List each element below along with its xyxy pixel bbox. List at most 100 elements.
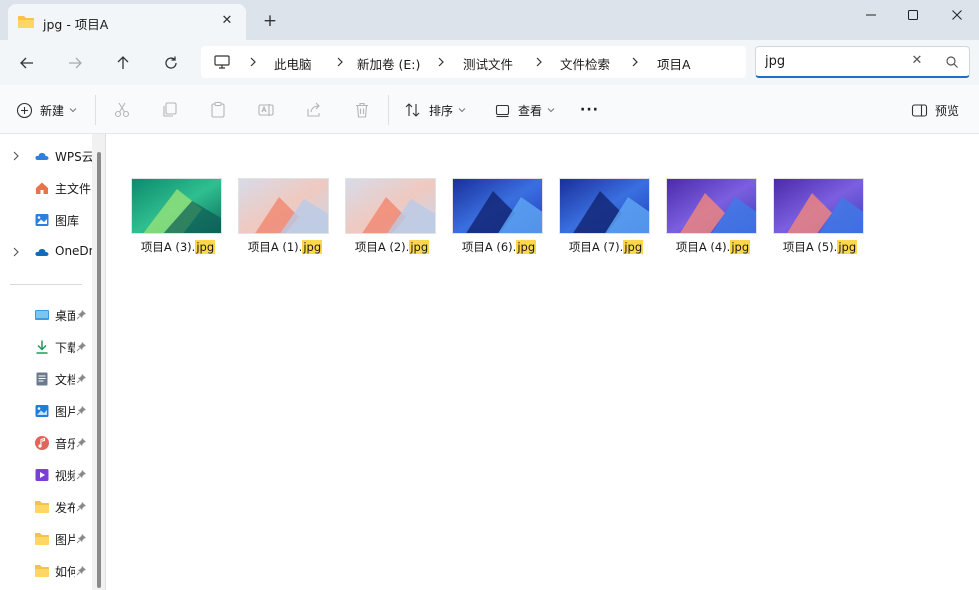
music-icon	[35, 436, 49, 450]
pin-icon[interactable]	[76, 405, 87, 416]
chevron-right-icon	[632, 57, 638, 67]
file-thumbnail[interactable]	[452, 178, 543, 234]
new-button[interactable]: 新建	[16, 97, 77, 123]
search-icon[interactable]	[944, 54, 960, 70]
breadcrumb-item[interactable]: 此电脑	[274, 54, 312, 73]
pin-icon[interactable]	[76, 309, 87, 320]
file-thumbnail[interactable]	[666, 178, 757, 234]
image-thumbnail-purple	[774, 179, 863, 233]
sidebar-item-pictures[interactable]: 图片	[0, 398, 92, 424]
sidebar-item-folder-publish[interactable]: 发布	[0, 494, 92, 520]
up-button[interactable]	[110, 50, 136, 76]
picture-icon	[35, 405, 49, 417]
paste-button[interactable]	[209, 97, 227, 123]
search-input[interactable]	[765, 54, 905, 69]
file-item[interactable]: 项目A (2).jpg	[342, 178, 438, 258]
file-item[interactable]: 项目A (4).jpg	[663, 178, 759, 258]
rename-button[interactable]	[257, 97, 275, 123]
sidebar-item-wps-cloud[interactable]: WPS云	[0, 143, 92, 169]
view-button[interactable]: 查看	[494, 97, 555, 123]
search-box[interactable]: ✕	[755, 46, 970, 78]
preview-pane-label: 预览	[935, 103, 960, 118]
file-thumbnail[interactable]	[131, 178, 222, 234]
breadcrumb-item[interactable]: 文件检索	[560, 54, 610, 73]
file-list: 项目A (3).jpg 项目A (1).jpg 项目A (2).jpg 项目A …	[107, 134, 979, 590]
forward-button[interactable]	[62, 50, 88, 76]
pin-icon[interactable]	[76, 469, 87, 480]
sidebar-item-onedrive[interactable]: OneDrive	[0, 239, 92, 265]
video-icon	[35, 469, 49, 481]
chevron-right-icon	[250, 57, 256, 67]
pin-icon[interactable]	[76, 565, 87, 576]
scrollbar-thumb[interactable]	[97, 152, 101, 588]
file-thumbnail[interactable]	[559, 178, 650, 234]
sidebar-item-label: 主文件	[55, 182, 92, 196]
breadcrumb-item-current[interactable]: 项目A	[657, 54, 691, 73]
delete-button[interactable]	[353, 97, 371, 123]
file-item[interactable]: 项目A (1).jpg	[235, 178, 331, 258]
pin-icon[interactable]	[76, 341, 87, 352]
address-bar[interactable]: 此电脑 新加卷 (E:) 测试文件 文件检索 项目A	[201, 46, 746, 78]
search-clear-button[interactable]: ✕	[909, 53, 925, 69]
chevron-down-icon	[458, 108, 466, 113]
home-icon	[36, 182, 48, 194]
file-name-match: jpg	[623, 240, 644, 254]
close-window-button[interactable]	[934, 0, 979, 30]
file-item[interactable]: 项目A (6).jpg	[449, 178, 545, 258]
sidebar-item-label: 下载	[55, 341, 75, 355]
sidebar-item-downloads[interactable]: 下载	[0, 334, 92, 360]
toolbar-divider	[95, 95, 96, 125]
chevron-right-icon[interactable]	[11, 246, 21, 258]
new-tab-button[interactable]: +	[259, 11, 281, 33]
file-name-base: 项目A (4).	[675, 240, 731, 254]
sidebar-item-home[interactable]: 主文件	[0, 175, 92, 201]
file-name: 项目A (5).jpg	[770, 239, 870, 255]
cut-button[interactable]	[113, 97, 131, 123]
file-item[interactable]: 项目A (7).jpg	[556, 178, 652, 258]
refresh-button[interactable]	[158, 50, 184, 76]
pin-icon[interactable]	[76, 501, 87, 512]
navigation-pane: WPS云 主文件 图库 OneDrive 桌面 下载 文档 图片 音乐	[0, 134, 92, 590]
maximize-button[interactable]	[890, 0, 936, 30]
breadcrumb-item[interactable]: 新加卷 (E:)	[357, 54, 420, 73]
file-item[interactable]: 项目A (3).jpg	[128, 178, 224, 258]
pin-icon[interactable]	[76, 373, 87, 384]
tab-active[interactable]: jpg - 项目A ✕	[8, 4, 246, 40]
sidebar-item-desktop[interactable]: 桌面	[0, 302, 92, 328]
file-thumbnail[interactable]	[345, 178, 436, 234]
sidebar-scrollbar[interactable]	[92, 134, 106, 590]
sidebar-item-label: 发布	[55, 501, 75, 515]
file-name: 项目A (1).jpg	[235, 239, 335, 255]
sidebar-item-label: OneDrive	[55, 244, 92, 258]
sidebar-item-music[interactable]: 音乐	[0, 430, 92, 456]
more-options-button[interactable]: ···	[580, 97, 599, 123]
chevron-right-icon	[337, 57, 343, 67]
close-tab-button[interactable]: ✕	[218, 12, 236, 30]
pin-icon[interactable]	[76, 533, 87, 544]
sidebar-item-documents[interactable]: 文档	[0, 366, 92, 392]
chevron-right-icon[interactable]	[11, 150, 21, 162]
file-name-base: 项目A (5).	[782, 240, 838, 254]
sidebar-item-folder-pictures[interactable]: 图片	[0, 526, 92, 552]
sidebar-item-label: 桌面	[55, 309, 75, 323]
copy-button[interactable]	[161, 97, 179, 123]
minimize-button[interactable]	[848, 0, 894, 30]
file-thumbnail[interactable]	[773, 178, 864, 234]
sidebar-item-folder-howto[interactable]: 如何	[0, 558, 92, 584]
sidebar-item-videos[interactable]: 视频	[0, 462, 92, 488]
pin-icon[interactable]	[76, 437, 87, 448]
preview-pane-button[interactable]: 预览	[911, 97, 959, 123]
sidebar-item-gallery[interactable]: 图库	[0, 207, 92, 233]
file-name-match: jpg	[837, 240, 858, 254]
sort-button[interactable]: 排序	[404, 97, 466, 123]
share-button[interactable]	[305, 97, 323, 123]
file-item[interactable]: 项目A (5).jpg	[770, 178, 866, 258]
image-thumbnail-blue	[560, 179, 649, 233]
file-name: 项目A (4).jpg	[663, 239, 763, 255]
back-button[interactable]	[14, 50, 40, 76]
breadcrumb-item[interactable]: 测试文件	[463, 54, 513, 73]
rename-icon	[258, 104, 274, 116]
sidebar-item-label: 视频	[55, 469, 75, 483]
file-thumbnail[interactable]	[238, 178, 329, 234]
folder-icon	[18, 16, 34, 28]
